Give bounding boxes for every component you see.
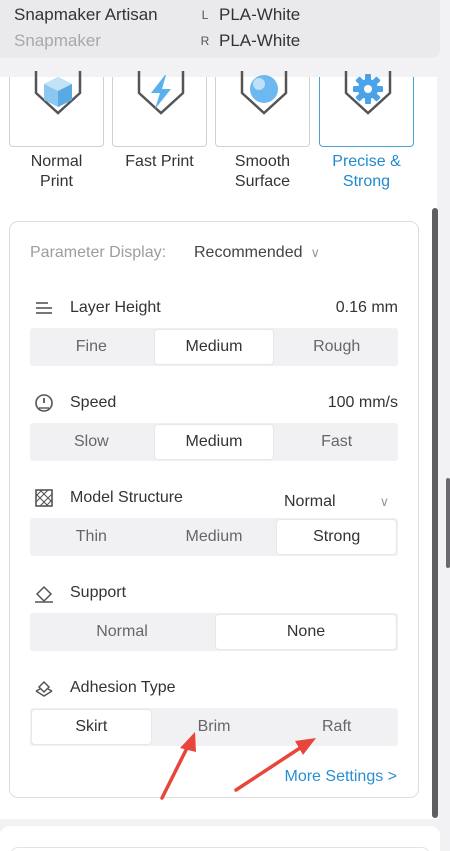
sphere-icon [240, 71, 288, 115]
model-structure-value: Normal [284, 493, 336, 510]
preset-label-normal-print: Normal Print [30, 153, 83, 190]
layer-height-value: 0.16 mm [335, 299, 398, 316]
machine-brand: Snapmaker [14, 31, 101, 50]
speedometer-icon [35, 394, 53, 412]
adhesion-option-skirt[interactable]: Skirt [32, 710, 151, 744]
adhesion-title: Adhesion Type [70, 679, 176, 696]
adhesion-option-raft[interactable]: Raft [277, 710, 396, 744]
layer-height-selector: Fine Medium Rough [30, 328, 398, 366]
layer-height-icon [36, 302, 52, 314]
adhesion-selector: Skirt Brim Raft [30, 708, 398, 746]
speed-selector: Slow Medium Fast [30, 423, 398, 461]
model-structure-option-strong[interactable]: Strong [277, 520, 397, 554]
machine-name: Snapmaker Artisan [14, 5, 158, 24]
infill-grid-icon [35, 489, 53, 507]
adhesion-option-brim[interactable]: Brim [155, 710, 274, 744]
preset-smooth-surface[interactable] [215, 71, 310, 147]
speed-option-fast[interactable]: Fast [277, 425, 396, 459]
speed-value: 100 mm/s [327, 394, 398, 411]
lightning-icon [137, 71, 185, 115]
support-icon [35, 585, 53, 603]
speed-title: Speed [70, 394, 117, 411]
support-option-none[interactable]: None [216, 615, 396, 649]
nozzle-right-material-label: PLA-White [219, 31, 301, 50]
nozzle-left-material[interactable]: L PLA-White [198, 5, 301, 25]
preset-fast-print[interactable] [112, 71, 207, 147]
model-structure-selector: Thin Medium Strong [30, 518, 398, 556]
cube-icon [34, 71, 82, 115]
more-settings-link[interactable]: More Settings > [285, 768, 398, 786]
nozzle-right-badge: R [200, 34, 210, 48]
model-structure-option-thin[interactable]: Thin [32, 520, 151, 554]
speed-option-slow[interactable]: Slow [32, 425, 151, 459]
chevron-down-icon: ∨ [379, 494, 390, 509]
gear-icon [344, 71, 392, 115]
window-edge [446, 478, 450, 568]
preset-label-smooth-surface: Smooth Surface [234, 153, 291, 190]
model-structure-option-medium[interactable]: Medium [155, 520, 274, 554]
layer-height-option-medium[interactable]: Medium [154, 330, 274, 364]
layer-height-option-rough[interactable]: Rough [277, 330, 396, 364]
next-panel-card [10, 847, 430, 851]
support-title: Support [70, 584, 127, 601]
support-option-normal[interactable]: Normal [32, 615, 212, 649]
parameter-display-select[interactable]: Recommended ∨ [194, 244, 320, 262]
nozzle-left-material-label: PLA-White [219, 5, 301, 24]
preset-label-precise-strong: Precise & Strong [332, 153, 401, 190]
layer-height-title: Layer Height [70, 299, 161, 316]
support-selector: Normal None [30, 613, 398, 651]
nozzle-left-badge: L [201, 8, 209, 22]
preset-normal-print[interactable] [9, 71, 104, 147]
nozzle-right-material[interactable]: R PLA-White [198, 31, 301, 51]
machine-info[interactable]: Snapmaker Artisan Snapmaker L PLA-White … [0, 0, 440, 58]
preset-label-fast-print: Fast Print [125, 153, 194, 170]
layer-height-option-fine[interactable]: Fine [32, 330, 151, 364]
adhesion-icon [35, 680, 53, 697]
parameter-display-value: Recommended [194, 244, 303, 261]
model-structure-select[interactable]: Normal ∨ [284, 493, 389, 511]
scrollbar[interactable] [432, 208, 438, 818]
preset-precise-strong[interactable] [319, 71, 414, 147]
parameter-display-label: Parameter Display: [30, 244, 167, 261]
chevron-down-icon: ∨ [310, 245, 321, 260]
model-structure-title: Model Structure [70, 489, 183, 506]
speed-option-medium[interactable]: Medium [154, 425, 274, 459]
